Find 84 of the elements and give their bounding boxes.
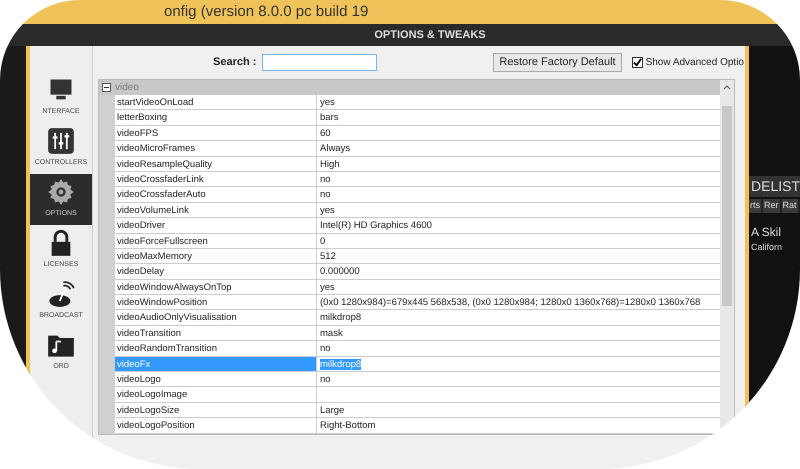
property-name: videoWindowPosition — [115, 295, 317, 310]
property-row[interactable]: letterBoxing bars — [99, 110, 720, 126]
property-name: videoLogoImage — [115, 387, 317, 403]
property-value: milkdrop8 — [317, 356, 720, 372]
collapse-icon — [102, 83, 111, 92]
property-value: yes — [317, 280, 720, 296]
property-value: bars — [317, 110, 720, 126]
property-value: Large — [317, 402, 720, 418]
property-value: mask — [317, 326, 720, 342]
track-title: A Skil — [750, 224, 782, 240]
property-name: videoMaxMemory — [115, 248, 317, 264]
property-name: videoResampleQuality — [115, 156, 317, 172]
property-value: 60 — [317, 126, 720, 142]
property-value: Right-Bottom — [317, 418, 720, 434]
sliders-icon — [47, 127, 75, 155]
property-value: High — [317, 156, 720, 172]
settings-icon — [47, 178, 75, 206]
search-field[interactable] — [262, 54, 378, 71]
property-row[interactable]: videoResampleQuality High — [99, 156, 720, 172]
scroll-up-icon[interactable] — [723, 83, 731, 91]
antenna-icon — [47, 280, 75, 308]
property-row[interactable]: videoDriver Intel(R) HD Graphics 4600 — [99, 218, 720, 234]
property-row[interactable]: videoWindowAlwaysOnTop yes — [99, 280, 720, 296]
property-name: videoCrossfaderLink — [115, 172, 317, 188]
property-row[interactable]: startVideoOnLoad yes — [99, 95, 720, 110]
scroll-thumb[interactable] — [722, 106, 732, 306]
property-name: videoForceFullscreen — [115, 234, 317, 249]
property-row[interactable]: videoLogoImage — [99, 387, 720, 403]
property-name: videoAudioOnlyVisualisation — [115, 310, 317, 326]
property-name: videoWindowAlwaysOnTop — [115, 280, 317, 296]
property-name: videoFPS — [115, 126, 317, 142]
property-row[interactable]: videoMaxMemory 512 — [99, 248, 720, 264]
property-row[interactable]: videoLogoSize Large — [99, 402, 720, 418]
property-value: Intel(R) HD Graphics 4600 — [317, 218, 720, 234]
property-name: videoFx — [115, 356, 317, 372]
panel-title: DELIST — [749, 176, 800, 197]
checkbox-label: Show Advanced Optio — [646, 56, 744, 70]
restore-default-button[interactable]: Restore Factory Default — [493, 53, 622, 72]
column-header[interactable]: Rat — [782, 199, 798, 212]
property-name: videoLogo — [115, 372, 317, 388]
property-name: videoCrossfaderAuto — [115, 187, 317, 203]
property-value: no — [317, 187, 720, 203]
property-row[interactable]: videoMicroFrames Always — [99, 141, 720, 157]
property-value: yes — [317, 95, 720, 110]
property-name: videoRandomTransition — [115, 341, 317, 357]
property-name: videoMicroFrames — [115, 141, 317, 157]
property-row[interactable]: videoFPS 60 — [99, 126, 720, 142]
property-name: letterBoxing — [115, 110, 317, 126]
property-row[interactable]: videoAudioOnlyVisualisation milkdrop8 — [99, 310, 720, 326]
checkbox[interactable] — [632, 57, 643, 68]
track-artist: Californ — [750, 240, 784, 254]
window-title: onfig (version 8.0.0 pc build 19 — [164, 2, 368, 22]
property-name: videoLogoPosition — [115, 418, 317, 434]
property-value: 0.000000 — [317, 264, 720, 280]
property-name: videoLogoSize — [115, 402, 317, 418]
property-row[interactable]: videoDelay 0.000000 — [99, 264, 720, 280]
column-header[interactable]: rts — [749, 199, 761, 212]
column-header[interactable]: Rer — [763, 199, 780, 212]
property-row[interactable]: videoRandomTransition no — [99, 341, 720, 357]
property-row[interactable]: videoVolumeLink yes — [99, 202, 720, 218]
property-value: yes — [317, 202, 720, 218]
property-value: no — [317, 372, 720, 388]
property-row[interactable]: videoWindowPosition (0x0 1280x984)=679x445 568x538, (0x0 1280x984; 1280x0 1360x768)=1280x0 1360x768 — [99, 295, 720, 310]
property-name: videoDelay — [115, 264, 317, 280]
property-row[interactable]: videoLogoPosition Right-Bottom — [99, 418, 720, 434]
property-value: milkdrop8 — [317, 310, 720, 326]
property-name: videoTransition — [115, 326, 317, 342]
property-row[interactable]: videoCrossfaderLink no — [99, 172, 720, 188]
property-value: no — [317, 172, 720, 188]
property-value: 0 — [317, 234, 720, 249]
property-name: videoVolumeLink — [115, 202, 317, 218]
property-value: Always — [317, 141, 720, 157]
property-row[interactable]: videoCrossfaderAuto no — [99, 187, 720, 203]
checkmark-icon — [632, 58, 642, 67]
property-row[interactable]: videoTransition mask — [99, 326, 720, 342]
property-value: 512 — [317, 248, 720, 264]
property-name: videoDriver — [115, 218, 317, 234]
property-value: (0x0 1280x984)=679x445 568x538, (0x0 1280x984; 1280x0 1360x768)=1280x0 1360x768 — [317, 295, 720, 310]
property-name: startVideoOnLoad — [115, 95, 317, 110]
property-row[interactable]: videoForceFullscreen 0 — [99, 234, 720, 249]
search-label: Search : — [213, 55, 256, 70]
property-row[interactable]: videoLogo no — [99, 372, 720, 388]
property-value: no — [317, 341, 720, 357]
header-title: OPTIONS & TWEAKS — [374, 28, 486, 43]
